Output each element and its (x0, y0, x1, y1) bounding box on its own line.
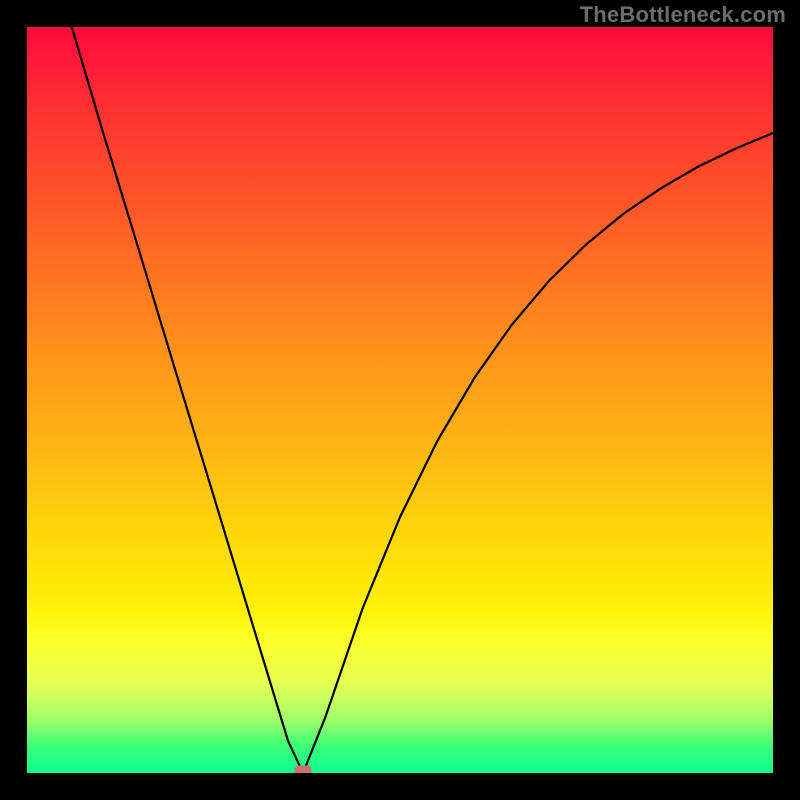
min-marker (295, 766, 312, 774)
watermark-text: TheBottleneck.com (580, 2, 786, 28)
plot-area (27, 27, 773, 773)
bottleneck-curve (72, 27, 773, 773)
curve-svg (27, 27, 773, 773)
chart-frame: TheBottleneck.com (0, 0, 800, 800)
